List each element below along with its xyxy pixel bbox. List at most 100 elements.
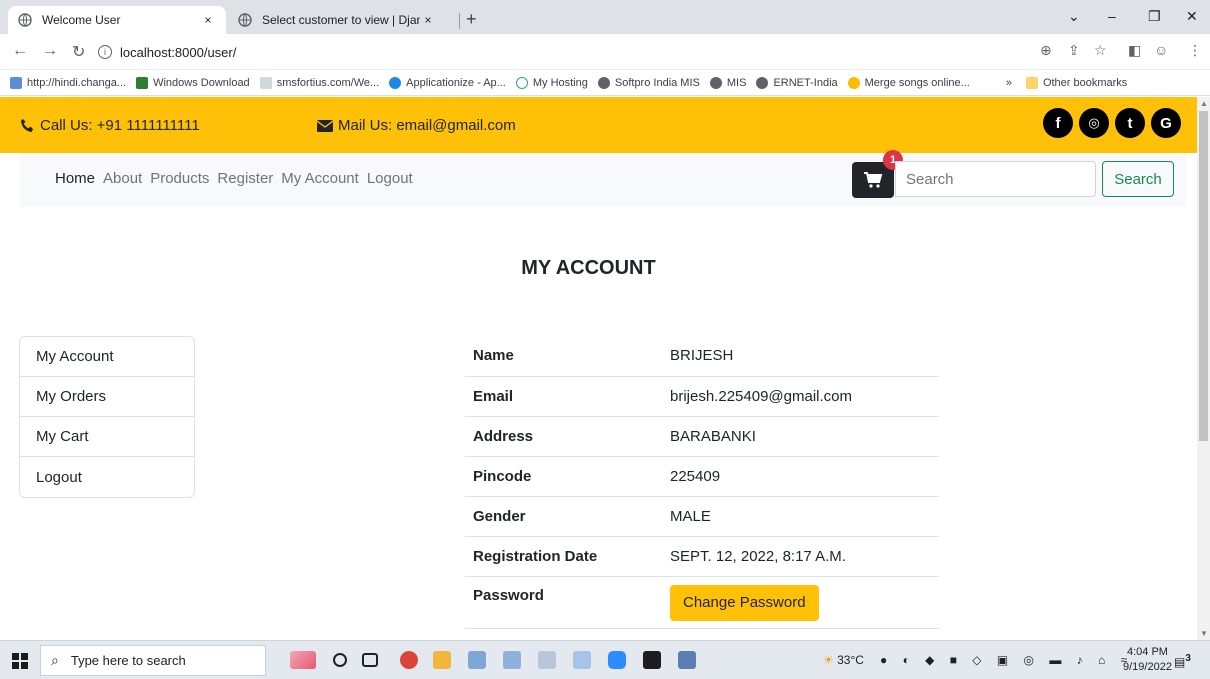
- bookmark-item[interactable]: Applicationize - Ap...: [389, 76, 506, 89]
- weather-widget[interactable]: ☀ 33°C: [823, 653, 864, 667]
- bookmark-item[interactable]: http://hindi.changa...: [10, 76, 126, 89]
- field-value: BARABANKI: [662, 416, 939, 457]
- globe-icon: [756, 76, 769, 89]
- nav-register[interactable]: Register: [217, 170, 273, 187]
- field-value: SEPT. 12, 2022, 8:17 A.M.: [662, 536, 939, 577]
- sidebar-item-logout[interactable]: Logout: [20, 457, 194, 497]
- page-scrollbar[interactable]: ▲ ▼: [1197, 97, 1210, 640]
- bookmark-item[interactable]: My Hosting: [515, 76, 588, 89]
- minimize-icon[interactable]: –: [1108, 8, 1116, 24]
- facebook-icon[interactable]: f: [1043, 108, 1073, 138]
- new-tab-button[interactable]: +: [466, 9, 477, 30]
- google-icon[interactable]: G: [1151, 108, 1181, 138]
- nav-products[interactable]: Products: [150, 170, 209, 187]
- field-value: brijesh.225409@gmail.com: [662, 376, 939, 417]
- address-bar-row: ← → ↻ i localhost:8000/user/ ⊕ ⇪ ☆ ◧ ☺ ⋮: [0, 34, 1210, 70]
- sidepanel-icon[interactable]: ◧: [1128, 42, 1141, 59]
- weather-icon: ☀: [823, 653, 834, 667]
- sidebar-item-my-orders[interactable]: My Orders: [20, 377, 194, 417]
- other-bookmarks[interactable]: Other bookmarks: [1025, 76, 1127, 89]
- app-icon[interactable]: [468, 651, 486, 669]
- paint-icon[interactable]: [538, 651, 556, 669]
- table-row: Pincode 225409: [465, 456, 939, 497]
- system-tray-icons[interactable]: ● ◐ ◆ ■ ◇ ▣ ◎ ▬ ♪ ⌂ ≈: [880, 653, 1133, 667]
- forward-arrow-icon[interactable]: →: [42, 42, 58, 60]
- info-icon[interactable]: i: [98, 45, 112, 59]
- app-icon[interactable]: [503, 651, 521, 669]
- search-input[interactable]: [895, 161, 1096, 197]
- scroll-down-icon[interactable]: ▼: [1200, 629, 1208, 638]
- chrome-icon[interactable]: [400, 651, 418, 669]
- windows-start-icon[interactable]: [12, 653, 28, 669]
- nav-about[interactable]: About: [103, 170, 142, 187]
- bookmark-item[interactable]: Softpro India MIS: [597, 76, 700, 89]
- call-info: Call Us: +91 1111111111: [20, 117, 200, 134]
- search-button[interactable]: Search: [1102, 161, 1174, 197]
- table-row: Address BARABANKI: [465, 416, 939, 457]
- page-title: MY ACCOUNT: [521, 257, 656, 279]
- chevron-down-icon[interactable]: ⌄: [1068, 8, 1080, 25]
- bookmark-item[interactable]: Windows Download: [136, 76, 250, 89]
- instagram-icon[interactable]: ◎: [1079, 108, 1109, 138]
- twitter-icon[interactable]: t: [1115, 108, 1145, 138]
- bookmark-icon: [847, 76, 860, 89]
- globe-icon: [18, 13, 32, 27]
- zoom-app-icon[interactable]: [608, 651, 626, 669]
- phone-icon: [20, 118, 34, 133]
- clock[interactable]: 4:04 PM 9/19/2022: [1123, 645, 1172, 675]
- more-bookmarks-button[interactable]: »: [1006, 77, 1012, 89]
- bookmark-item[interactable]: MIS: [709, 76, 746, 89]
- cloud-icon: [389, 76, 402, 89]
- tab-welcome-user[interactable]: Welcome User ×: [8, 6, 226, 34]
- menu-icon[interactable]: ⋮: [1188, 42, 1202, 59]
- profile-icon[interactable]: ☺: [1154, 42, 1168, 58]
- bookmarks-bar: http://hindi.changa... Windows Download …: [0, 70, 1210, 96]
- reload-icon[interactable]: ↻: [72, 42, 85, 62]
- globe-icon: [709, 76, 722, 89]
- field-value: BRIJESH: [662, 336, 939, 377]
- close-icon[interactable]: ×: [200, 13, 216, 27]
- file-explorer-icon[interactable]: [433, 651, 451, 669]
- tab-separator: [459, 13, 460, 29]
- sidebar-item-my-account[interactable]: My Account: [20, 337, 194, 377]
- page-viewport: Call Us: +91 1111111111 Mail Us: email@g…: [0, 97, 1197, 640]
- restore-icon[interactable]: ❐: [1148, 8, 1161, 25]
- mail-info: Mail Us: email@gmail.com: [317, 117, 516, 134]
- change-password-button[interactable]: Change Password: [670, 584, 819, 621]
- app-icon[interactable]: [573, 651, 591, 669]
- nav-home[interactable]: Home: [55, 170, 95, 187]
- table-row: Name BRIJESH: [465, 336, 939, 377]
- nav-logout[interactable]: Logout: [367, 170, 413, 187]
- globe-icon: [597, 76, 610, 89]
- scrollbar-thumb[interactable]: [1199, 111, 1208, 441]
- field-label: Address: [465, 416, 662, 457]
- close-icon[interactable]: ×: [420, 13, 436, 27]
- share-icon[interactable]: ⇪: [1068, 42, 1080, 59]
- taskbar-search[interactable]: ⌕ Type here to search: [40, 645, 266, 676]
- sidebar-item-my-cart[interactable]: My Cart: [20, 417, 194, 457]
- tab-select-customer[interactable]: Select customer to view | Django ×: [228, 6, 446, 34]
- notification-badge[interactable]: ▤3: [1174, 653, 1191, 669]
- bookmark-item[interactable]: Merge songs online...: [847, 76, 970, 89]
- star-icon[interactable]: ☆: [1094, 42, 1107, 59]
- bookmark-item[interactable]: ERNET-India: [756, 76, 838, 89]
- app-icon[interactable]: [678, 651, 696, 669]
- url-field[interactable]: i localhost:8000/user/: [98, 40, 1038, 64]
- scroll-up-icon[interactable]: ▲: [1200, 99, 1208, 108]
- envelope-icon: [317, 119, 333, 132]
- bookmark-icon: [136, 76, 149, 89]
- bookmark-item[interactable]: smsfortius.com/We...: [259, 76, 379, 89]
- back-arrow-icon[interactable]: ←: [12, 42, 28, 60]
- cortana-icon[interactable]: [333, 653, 347, 667]
- field-label: Registration Date: [465, 536, 662, 577]
- table-row: Registration Date SEPT. 12, 2022, 8:17 A.…: [465, 536, 939, 577]
- bookmark-icon: [515, 76, 528, 89]
- nav-my-account[interactable]: My Account: [281, 170, 359, 187]
- tab-title: Welcome User: [42, 13, 121, 27]
- window-close-icon[interactable]: ✕: [1186, 8, 1198, 25]
- pycharm-icon[interactable]: [643, 651, 661, 669]
- task-view-icon[interactable]: [362, 653, 378, 667]
- zoom-icon[interactable]: ⊕: [1040, 42, 1052, 59]
- field-label: Pincode: [465, 456, 662, 497]
- flower-widget-icon[interactable]: [290, 651, 316, 669]
